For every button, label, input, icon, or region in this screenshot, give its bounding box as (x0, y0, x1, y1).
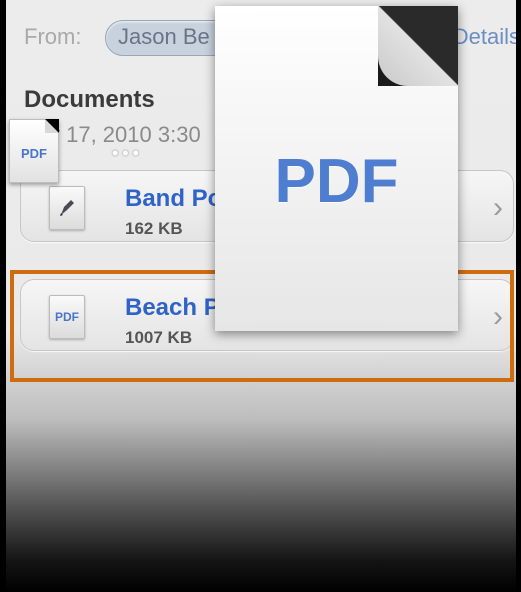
attachment-size: 162 KB (125, 219, 183, 238)
page-fold (45, 119, 59, 133)
from-label: From: (24, 24, 82, 49)
pdf-thumbnail-label: PDF (21, 146, 47, 161)
pdf-document-preview[interactable]: PDF (215, 6, 458, 331)
attachment-title: Band Po (125, 185, 223, 212)
sender-name[interactable]: Jason Be (118, 24, 210, 50)
page-curl-icon (378, 6, 458, 86)
loading-dots: ••• (112, 143, 143, 163)
details-link[interactable]: Details (453, 24, 516, 50)
chevron-right-icon: › (493, 191, 503, 224)
dragged-pdf-thumbnail[interactable]: PDF (9, 119, 59, 183)
edit-document-icon (49, 186, 85, 230)
documents-heading: Documents (24, 86, 155, 113)
pdf-preview-label: PDF (274, 147, 399, 216)
